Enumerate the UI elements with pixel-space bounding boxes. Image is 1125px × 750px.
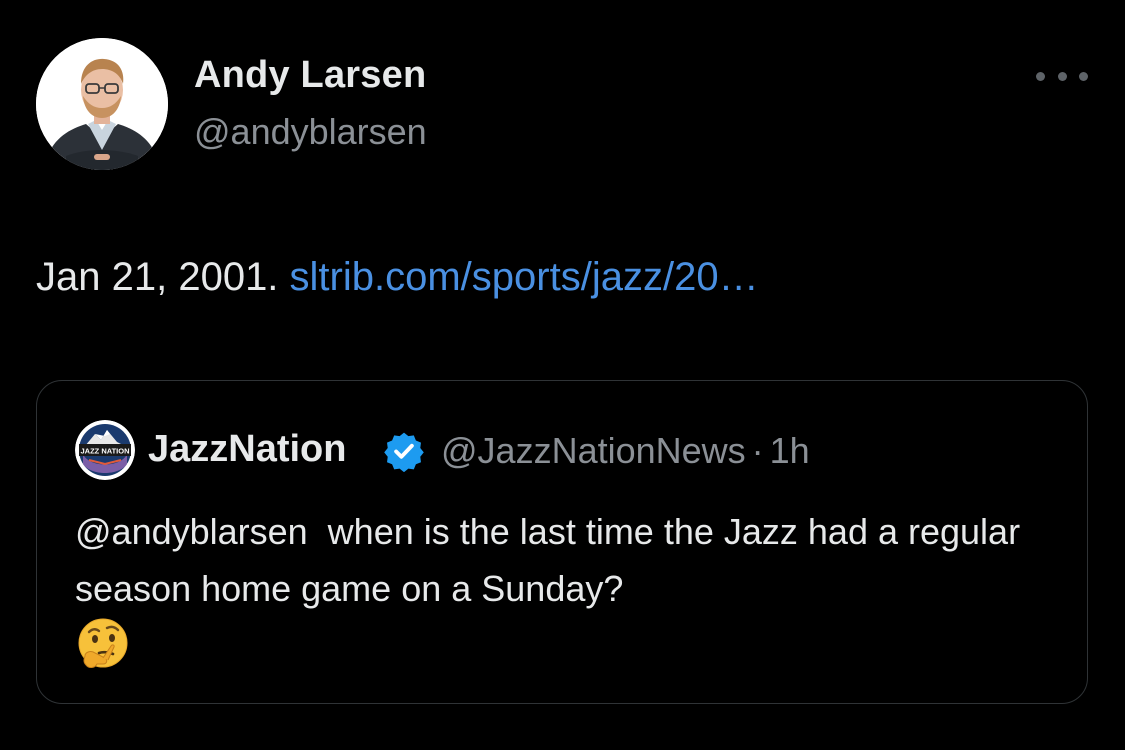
ellipsis-icon — [1057, 71, 1067, 81]
quoted-tweet-text: @andyblarsen when is the last time the J… — [75, 511, 1031, 609]
tweet-text-content: Jan 21, 2001. — [36, 255, 279, 299]
quoted-timestamp[interactable]: 1h — [770, 430, 810, 471]
ellipsis-icon — [1079, 71, 1088, 81]
quoted-author-avatar[interactable]: JAZZ NATION — [75, 420, 135, 480]
quoted-display-name[interactable]: JazzNation — [148, 428, 346, 471]
meta-separator: · — [751, 430, 764, 471]
author-handle[interactable]: @andyblarsen — [194, 111, 427, 153]
verified-badge-icon — [383, 430, 425, 472]
thinking-face-icon — [75, 616, 131, 672]
more-options-button[interactable] — [1036, 64, 1088, 88]
jazz-nation-logo-icon: JAZZ NATION — [75, 420, 135, 480]
person-photo-avatar-icon — [36, 38, 168, 170]
ellipsis-icon — [1036, 71, 1045, 81]
quoted-handle[interactable]: @JazzNationNews — [441, 430, 746, 471]
quoted-tweet-card[interactable]: JAZZ NATION JazzNation @JazzNationNews · 1… — [36, 380, 1088, 704]
tweet-link[interactable]: sltrib.com/sports/jazz/20… — [290, 255, 759, 299]
tweet-text: Jan 21, 2001. sltrib.com/sports/jazz/20… — [36, 255, 759, 300]
svg-text:JAZZ NATION: JAZZ NATION — [80, 447, 129, 456]
quoted-meta: @JazzNationNews · 1h — [441, 430, 810, 472]
author-display-name[interactable]: Andy Larsen — [194, 54, 426, 97]
author-avatar[interactable] — [36, 38, 168, 170]
